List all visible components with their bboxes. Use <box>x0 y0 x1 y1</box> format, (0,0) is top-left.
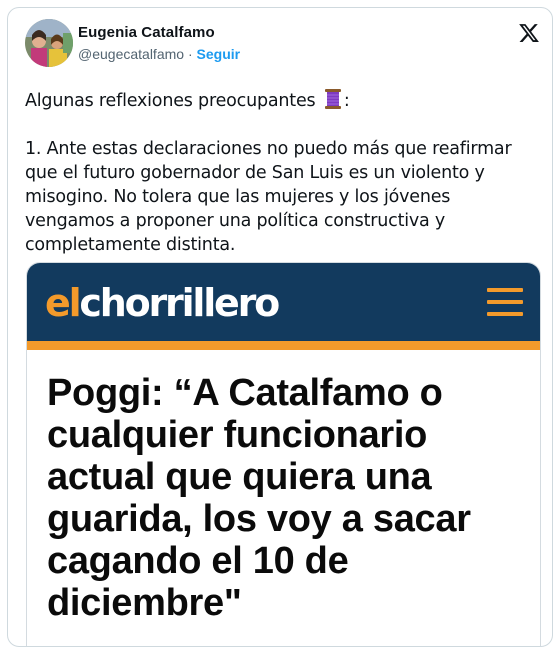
tweet-header: Eugenia Catalfamo @eugecatalfamo · Segui… <box>8 8 552 72</box>
avatar[interactable] <box>25 19 73 67</box>
logo-prefix: el <box>45 281 82 325</box>
tweet-card[interactable]: Eugenia Catalfamo @eugecatalfamo · Segui… <box>7 7 553 647</box>
separator-dot: · <box>187 46 193 62</box>
tweet-paragraph: 1. Ante estas declaraciones no puedo más… <box>25 139 512 255</box>
follow-button[interactable]: Seguir <box>197 46 241 62</box>
media-headline: Poggi: “A Catalfamo o cualquier funciona… <box>47 372 471 624</box>
author-handle[interactable]: @eugecatalfamo <box>78 46 184 62</box>
tweet-media-image[interactable]: elchorrillero Poggi: “A Catalfamo o cual… <box>26 262 541 646</box>
media-article-body: Poggi: “A Catalfamo o cualquier funciona… <box>27 350 540 646</box>
author-meta: @eugecatalfamo · Seguir <box>78 46 240 62</box>
logo-rest: chorrillero <box>79 281 280 325</box>
media-site-logo: elchorrillero <box>45 281 280 325</box>
tweet-intro-suffix: : <box>343 91 350 111</box>
tweet-text: Algunas reflexiones preocupantes : 1. An… <box>25 88 535 257</box>
tweet-intro: Algunas reflexiones preocupantes <box>25 91 316 111</box>
tweet-intro-line: Algunas reflexiones preocupantes : <box>25 88 535 113</box>
media-accent-stripe <box>27 341 540 350</box>
thread-spool-icon <box>323 88 343 110</box>
media-site-header: elchorrillero <box>27 263 540 341</box>
hamburger-menu-icon <box>487 288 523 316</box>
x-logo-icon[interactable] <box>518 22 540 44</box>
author-name[interactable]: Eugenia Catalfamo <box>78 24 215 41</box>
